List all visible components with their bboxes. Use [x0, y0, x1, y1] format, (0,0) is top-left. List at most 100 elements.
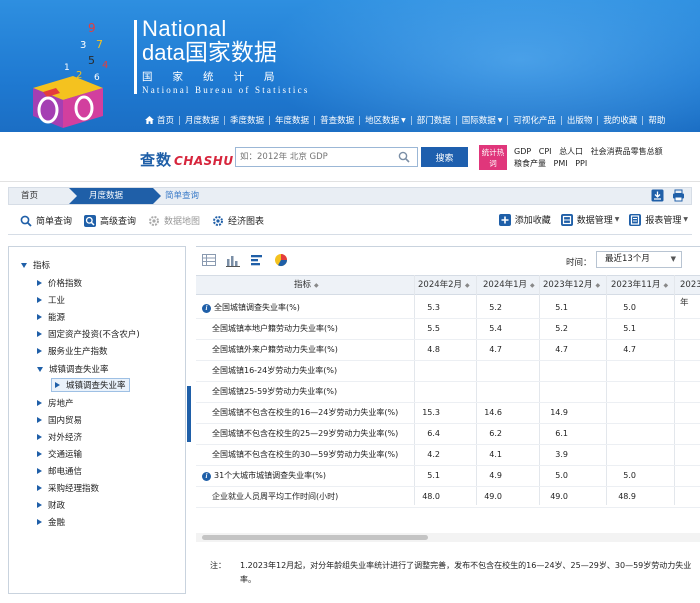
- tree-item-fixed-investment[interactable]: 固定资产投资(不含农户): [37, 328, 140, 340]
- row-indicator-name[interactable]: i 全国城镇调查失业率(%): [202, 298, 300, 318]
- note-text: 1.2023年12月起，对分年龄组失业率统计进行了调整完善，发布不包含在校生的1…: [240, 561, 692, 584]
- info-icon[interactable]: i: [202, 303, 211, 313]
- row-value-cell: 6.4: [427, 429, 440, 438]
- row-name-text: 全国城镇本地户籍劳动力失业率(%): [212, 324, 338, 333]
- row-value-cell: 14.9: [550, 408, 568, 417]
- header-col-3[interactable]: 2023年11月 ◆: [611, 276, 668, 294]
- nav-label: 国际数据: [461, 116, 496, 126]
- search-button[interactable]: 搜索: [421, 147, 468, 167]
- tree-item-pmi[interactable]: 采购经理指数: [37, 482, 99, 494]
- logo-data-line: data国家数据: [142, 40, 310, 65]
- nav-label: 帮助: [648, 116, 666, 126]
- info-icon[interactable]: i: [202, 471, 211, 481]
- row-value-cell: 3.9: [555, 450, 568, 459]
- tree-item-domestic-trade[interactable]: 国内贸易: [37, 414, 82, 426]
- nav-international[interactable]: 国际数据 ▼: [457, 114, 508, 126]
- tree-item-unemployment[interactable]: 城镇调查失业率: [37, 363, 109, 375]
- row-indicator-name[interactable]: 全国城镇外来户籍劳动力失业率(%): [212, 340, 338, 360]
- nav-visualization[interactable]: 可视化产品: [508, 114, 561, 126]
- tree-item-unemployment-selected[interactable]: 城镇调查失业率: [51, 378, 130, 392]
- expanded-arrow-icon: [37, 366, 43, 372]
- tree-item-real-estate[interactable]: 房地产: [37, 397, 74, 409]
- data-manage-button[interactable]: 数据管理 ▼: [560, 213, 619, 226]
- row-value-cell: [528, 382, 568, 402]
- row-indicator-name[interactable]: 企业就业人员周平均工作时间(小时): [212, 487, 338, 507]
- nav-monthly[interactable]: 月度数据: [180, 114, 224, 126]
- header-col-2[interactable]: 2023年12月 ◆: [543, 276, 600, 294]
- tree-item-foreign-economy[interactable]: 对外经济: [37, 431, 82, 443]
- tree-item-energy[interactable]: 能源: [37, 311, 65, 323]
- hot-link-population[interactable]: 总人口: [559, 147, 583, 156]
- site-logo-text[interactable]: National data国家数据 国家统计局 National Bureau …: [142, 18, 310, 96]
- sidebar-scrollbar[interactable]: [187, 386, 191, 442]
- logo-guojia-shuju: 国家数据: [184, 39, 277, 65]
- tree-item-post-telecom[interactable]: 邮电通信: [37, 465, 82, 477]
- row-value-cell: [656, 340, 696, 360]
- breadcrumb-monthly[interactable]: 月度数据: [69, 188, 161, 204]
- header-col-0[interactable]: 2024年2月 ◆: [418, 276, 470, 294]
- nav-departmental[interactable]: 部门数据: [412, 114, 456, 126]
- nav-label: 可视化产品: [513, 116, 556, 126]
- tree-item-finance-fiscal[interactable]: 财政: [37, 499, 65, 511]
- header-label: 2024年2月: [418, 280, 463, 290]
- row-indicator-name[interactable]: 全国城镇不包含在校生的25—29岁劳动力失业率(%): [212, 424, 398, 444]
- nav-regional[interactable]: 地区数据 ▼: [360, 114, 411, 126]
- nav-favorites[interactable]: 我的收藏: [598, 114, 642, 126]
- row-indicator-name[interactable]: i 31个大城市城镇调查失业率(%): [202, 466, 326, 486]
- nav-quarterly[interactable]: 季度数据: [225, 114, 269, 126]
- time-range-select[interactable]: 最近13个月 ▼: [596, 251, 682, 268]
- row-value-cell: 4.9: [489, 471, 502, 480]
- table-view-icon[interactable]: [202, 253, 216, 267]
- advanced-query-button[interactable]: 高级查询: [84, 214, 136, 227]
- row-indicator-name[interactable]: 全国城镇不包含在校生的30—59岁劳动力失业率(%): [212, 445, 398, 465]
- download-icon[interactable]: [651, 189, 664, 202]
- collapsed-arrow-icon: [55, 382, 60, 388]
- economic-chart-button[interactable]: 经济图表: [212, 214, 264, 227]
- header-indicator[interactable]: 指标 ◆: [294, 276, 319, 294]
- nav-annual[interactable]: 年度数据: [270, 114, 314, 126]
- hot-link-ppi[interactable]: PPI: [575, 159, 587, 168]
- header-col-4[interactable]: 2023年: [680, 276, 700, 308]
- nav-publications[interactable]: 出版物: [562, 114, 598, 126]
- row-indicator-name[interactable]: 全国城镇16-24岁劳动力失业率(%): [212, 361, 337, 381]
- tree-item-services-index[interactable]: 服务业生产指数: [37, 345, 108, 357]
- row-indicator-name[interactable]: 全国城镇25-59岁劳动力失业率(%): [212, 382, 337, 402]
- header-col-1[interactable]: 2024年1月 ◆: [483, 276, 535, 294]
- nav-help[interactable]: 帮助: [643, 114, 670, 126]
- pie-chart-icon[interactable]: [274, 253, 288, 267]
- horizontal-bar-icon[interactable]: [250, 253, 264, 267]
- search-icon[interactable]: [398, 151, 410, 163]
- report-manage-button[interactable]: 报表管理 ▼: [629, 213, 688, 226]
- data-panel: 时间： 最近13个月 ▼ 指标 ◆ 2024年2月 ◆ 2024年1月 ◆ 2023年…: [196, 246, 700, 594]
- row-name-text: 全国城镇外来户籍劳动力失业率(%): [212, 345, 338, 354]
- row-indicator-name[interactable]: 全国城镇本地户籍劳动力失业率(%): [212, 319, 338, 339]
- tree-item-banking[interactable]: 金融: [37, 516, 65, 528]
- bar-chart-icon[interactable]: [226, 253, 240, 267]
- row-value-cell: 4.7: [623, 345, 636, 354]
- nav-home[interactable]: 首页: [140, 114, 179, 126]
- tree-item-industry[interactable]: 工业: [37, 294, 65, 306]
- hot-link-gdp[interactable]: GDP: [514, 147, 531, 156]
- tree-root[interactable]: 指标: [21, 259, 50, 271]
- horizontal-scrollbar[interactable]: [202, 535, 428, 540]
- search-input[interactable]: [236, 152, 394, 162]
- row-value-cell: [596, 445, 636, 465]
- hot-link-cpi[interactable]: CPI: [539, 147, 552, 156]
- hot-link-pmi[interactable]: PMI: [554, 159, 568, 168]
- hot-link-retail-sales[interactable]: 社会消费品零售总额: [591, 147, 663, 156]
- breadcrumb-home[interactable]: 首页: [21, 188, 38, 204]
- tree-label: 交通运输: [48, 450, 83, 460]
- add-favorite-button[interactable]: 添加收藏: [498, 213, 551, 226]
- row-value-cell: [656, 298, 696, 318]
- tree-label: 邮电通信: [48, 467, 83, 477]
- row-indicator-name[interactable]: 全国城镇不包含在校生的16—24岁劳动力失业率(%): [212, 403, 398, 423]
- data-map-button[interactable]: 数据地图: [148, 214, 200, 227]
- tree-item-price-index[interactable]: 价格指数: [37, 277, 82, 289]
- simple-query-button[interactable]: 简单查询: [20, 214, 72, 227]
- print-icon[interactable]: [672, 189, 685, 202]
- hot-link-grain-output[interactable]: 粮食产量: [514, 159, 546, 168]
- nav-census[interactable]: 普查数据: [315, 114, 359, 126]
- expanded-arrow-icon: [21, 262, 27, 268]
- tree-item-transport[interactable]: 交通运输: [37, 448, 82, 460]
- chevron-down-icon: ▼: [497, 116, 503, 124]
